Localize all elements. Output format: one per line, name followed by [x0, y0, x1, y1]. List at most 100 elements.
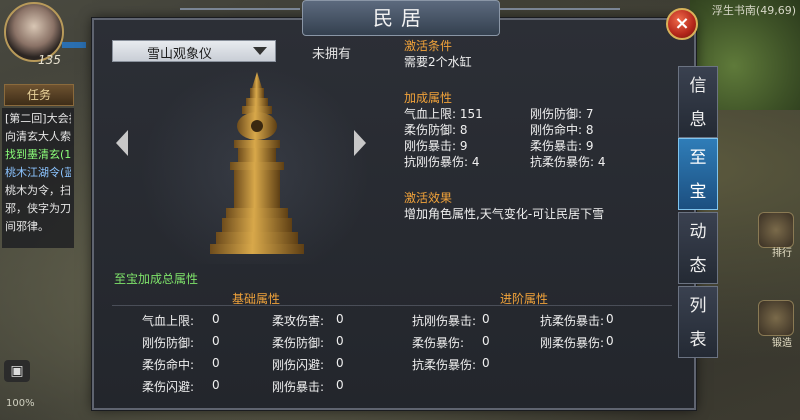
- treasure-display: [140, 64, 370, 264]
- quest-log[interactable]: [第二回]大会折桂向清玄大人索取找到墨清玄(1/1) 桃木江湖令(蓝) 桃木为令，扫…: [2, 108, 74, 248]
- quest-log-line: 桃木为令，扫除: [5, 184, 71, 197]
- bonus-attributes-header: 加成属性: [404, 91, 453, 105]
- bonus-attribute: 刚伤命中: 8: [530, 122, 640, 138]
- total-attribute-label: 柔伤防御:: [272, 336, 325, 350]
- bonus-attribute-value: 4: [594, 155, 606, 169]
- bonus-attribute-label: 刚伤命中:: [530, 123, 583, 137]
- divider: [112, 305, 672, 306]
- bonus-attribute-value: 7: [582, 107, 594, 121]
- activation-condition-section: 激活条件 需要2个水缸: [404, 38, 472, 70]
- total-attribute-label: 刚伤闪避:: [272, 358, 325, 372]
- treasure-select-value: 雪山观象仪: [147, 47, 213, 62]
- title-ornament-right: [500, 8, 620, 22]
- mana-bar: [62, 42, 86, 48]
- total-attribute-label: 抗柔伤暴伤:: [412, 358, 477, 372]
- side-tab-label: 动态: [689, 222, 707, 276]
- forge-label: 锻造: [772, 338, 792, 349]
- bonus-attribute-value: 151: [456, 107, 483, 121]
- side-tab-label: 列表: [689, 296, 707, 350]
- side-tab-0[interactable]: 信息: [678, 66, 718, 138]
- total-attribute-value: 0: [336, 312, 344, 326]
- bonus-attribute-label: 刚伤防御:: [530, 107, 583, 121]
- bonus-attribute: 柔伤防御: 8: [404, 122, 530, 138]
- activation-effect-header: 激活效果: [404, 191, 453, 205]
- side-tab-1[interactable]: 至宝: [678, 138, 718, 210]
- bonus-attribute-label: 柔伤防御:: [404, 123, 457, 137]
- side-tab-label: 至宝: [689, 148, 707, 202]
- total-attribute-label: 柔攻伤害:: [272, 314, 325, 328]
- total-attribute-value: 0: [212, 378, 220, 392]
- bonus-attributes-grid: 气血上限: 151 刚伤防御: 7 柔伤防御: 8 刚伤命中: 8 刚伤暴击: 9 柔伤暴…: [404, 106, 640, 170]
- activation-effect-section: 激活效果 增加角色属性,天气变化-可让民居下雪: [404, 190, 604, 222]
- pagoda-treasure-icon: [210, 72, 304, 254]
- close-button[interactable]: ×: [666, 8, 698, 40]
- total-attribute-value: 0: [482, 334, 490, 348]
- activation-condition-header: 激活条件: [404, 39, 453, 53]
- bonus-attribute-value: 4: [468, 155, 480, 169]
- total-attribute-value: 0: [212, 356, 220, 370]
- total-attribute-label: 刚伤防御:: [142, 336, 195, 350]
- total-attribute-value: 0: [606, 312, 614, 326]
- bonus-attribute: 抗刚伤暴伤: 4: [404, 154, 530, 170]
- total-attribute-value: 0: [482, 312, 490, 326]
- bonus-attribute: 刚伤防御: 7: [530, 106, 640, 122]
- ownership-status: 未拥有: [312, 47, 352, 62]
- total-attribute-value: 0: [212, 312, 220, 326]
- total-attribute-label: 气血上限:: [142, 314, 195, 328]
- activation-condition-text: 需要2个水缸: [404, 55, 472, 69]
- chevron-down-icon: [253, 47, 267, 55]
- quest-log-line: 邪，侠字为刀，: [5, 202, 71, 215]
- quest-log-line: 桃木江湖令(蓝): [5, 166, 71, 179]
- total-attribute-label: 抗柔伤暴击:: [540, 314, 605, 328]
- bonus-attribute: 气血上限: 151: [404, 106, 530, 122]
- bonus-attribute-label: 柔伤暴击:: [530, 139, 583, 153]
- bonus-attribute-value: 9: [582, 139, 594, 153]
- bonus-attribute-label: 抗刚伤暴伤:: [404, 155, 469, 169]
- battery-level: 100%: [6, 398, 35, 409]
- bonus-attribute: 柔伤暴击: 9: [530, 138, 640, 154]
- bonus-attribute-label: 刚伤暴击:: [404, 139, 457, 153]
- total-attribute-label: 刚伤暴击:: [272, 380, 325, 394]
- side-tab-2[interactable]: 动态: [678, 212, 718, 284]
- ranking-icon[interactable]: [758, 212, 794, 248]
- prev-treasure-button[interactable]: [116, 130, 128, 156]
- total-attribute-value: 0: [482, 356, 490, 370]
- bonus-attribute-value: 8: [456, 123, 468, 137]
- side-tab-label: 信息: [689, 76, 707, 130]
- camera-icon[interactable]: ▣: [4, 360, 30, 382]
- bonus-attribute-value: 9: [456, 139, 468, 153]
- total-attributes-title: 至宝加成总属性: [114, 272, 199, 286]
- panel-title: 民居: [373, 6, 429, 30]
- quest-log-line: 向清玄大人索取: [5, 130, 71, 143]
- total-attribute-value: 0: [336, 378, 344, 392]
- task-tab[interactable]: 任务: [4, 84, 74, 106]
- bonus-attribute-label: 抗柔伤暴伤:: [530, 155, 595, 169]
- quest-log-line: [第二回]大会折桂: [5, 112, 71, 125]
- total-attribute-value: 0: [336, 334, 344, 348]
- quest-log-line: 间邪律。: [5, 220, 49, 233]
- total-attribute-value: 0: [336, 356, 344, 370]
- next-treasure-button[interactable]: [354, 130, 366, 156]
- activation-effect-text: 增加角色属性,天气变化-可让民居下雪: [404, 207, 605, 221]
- quest-log-line: 找到墨清玄(1/1): [5, 148, 71, 161]
- total-attribute-value: 0: [606, 334, 614, 348]
- total-attribute-label: 抗刚伤暴击:: [412, 314, 477, 328]
- ranking-label: 排行: [772, 248, 792, 259]
- bonus-attribute: 抗柔伤暴伤: 4: [530, 154, 640, 170]
- bonus-attribute-label: 气血上限:: [404, 107, 457, 121]
- title-ornament-left: [180, 8, 300, 22]
- bonus-attribute: 刚伤暴击: 9: [404, 138, 530, 154]
- player-level: 135: [38, 53, 61, 67]
- total-attribute-label: 柔伤闪避:: [142, 380, 195, 394]
- total-attribute-label: 柔伤暴伤:: [412, 336, 465, 350]
- forge-icon[interactable]: [758, 300, 794, 336]
- total-attribute-value: 0: [212, 334, 220, 348]
- bonus-attribute-value: 8: [582, 123, 594, 137]
- bonus-attributes-section: 加成属性 气血上限: 151 刚伤防御: 7 柔伤防御: 8 刚伤命中: 8 刚伤暴击:…: [404, 90, 640, 170]
- map-coordinates: 浮生书南(49,69): [711, 4, 796, 17]
- title-plate: 民居: [302, 0, 500, 36]
- side-tab-3[interactable]: 列表: [678, 286, 718, 358]
- total-attribute-label: 刚柔伤暴伤:: [540, 336, 605, 350]
- treasure-select[interactable]: 雪山观象仪: [112, 40, 276, 62]
- total-attribute-label: 柔伤命中:: [142, 358, 195, 372]
